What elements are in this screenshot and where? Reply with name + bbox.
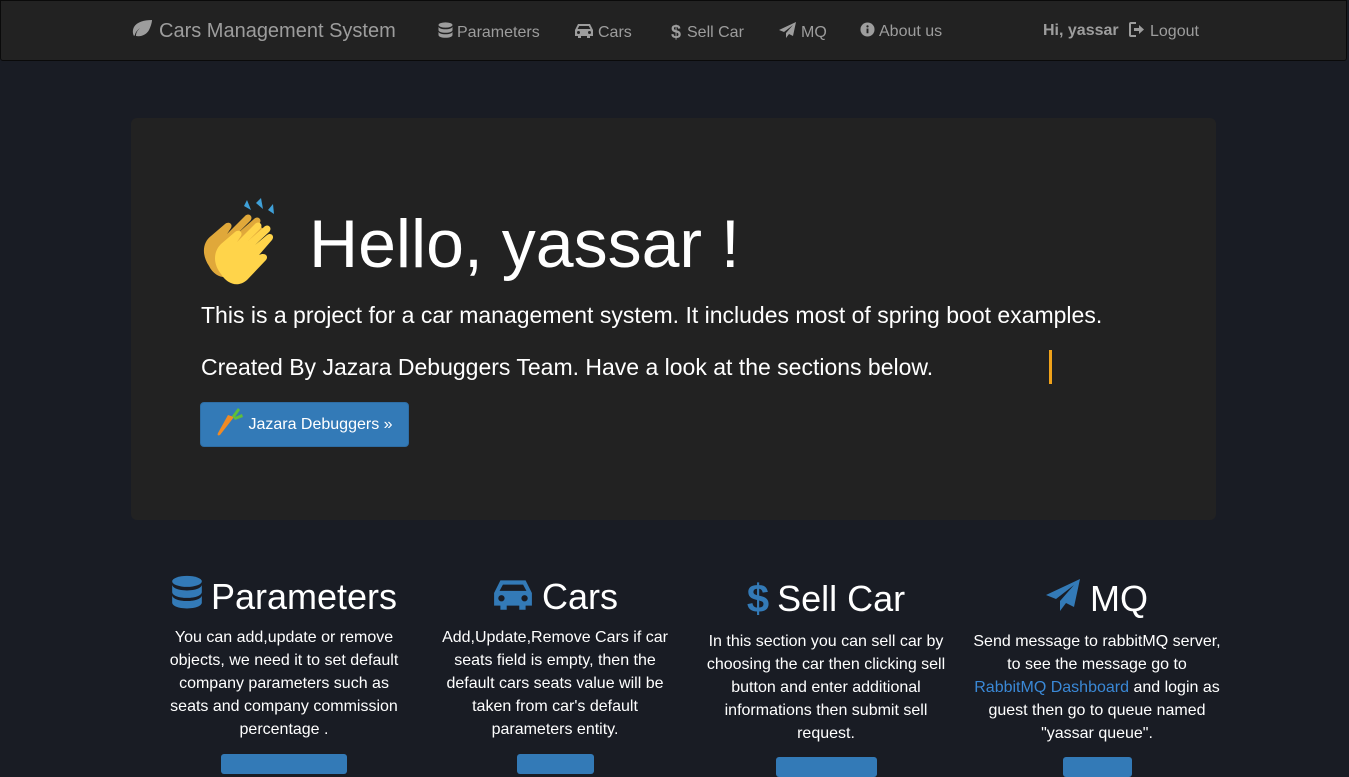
section-mq-title: MQ (1090, 578, 1148, 619)
brand-link[interactable]: Cars Management System (131, 19, 396, 43)
cars-button[interactable] (517, 754, 594, 774)
section-parameters-heading: Parameters (159, 572, 409, 622)
nav-cars[interactable]: Cars (574, 22, 632, 43)
section-parameters-text: You can add,update or remove objects, we… (169, 629, 399, 738)
section-sell-car-title: Sell Car (777, 578, 906, 619)
mq-button[interactable] (1063, 757, 1132, 777)
leaf-icon (131, 19, 153, 43)
nav-about-us[interactable]: About us (860, 22, 942, 42)
nav-parameters-label: Parameters (457, 24, 540, 41)
dollar-icon: $ (670, 22, 681, 42)
nav-sell-car[interactable]: $ Sell Car (669, 22, 744, 43)
car-icon (492, 576, 534, 619)
nav-parameters[interactable]: Parameters (438, 22, 540, 44)
section-parameters: Parameters You can add,update or remove … (159, 572, 409, 741)
user-greeting: Hi, yassar (1043, 22, 1119, 39)
sell-car-button[interactable] (776, 757, 877, 777)
nav-mq[interactable]: MQ (779, 22, 827, 43)
jazara-debuggers-button-label: Jazara Debuggers » (248, 415, 393, 433)
section-cars: Cars Add,Update,Remove Cars if car seats… (430, 572, 680, 741)
section-mq-text-before: Send message to rabbitMQ server, to see … (973, 633, 1221, 673)
section-cars-text: Add,Update,Remove Cars if car seats fiel… (442, 629, 668, 738)
database-icon (171, 575, 203, 620)
section-cars-title: Cars (541, 576, 618, 617)
logout-icon (1129, 22, 1146, 42)
top-navbar: Cars Management System Parameters Cars $… (0, 0, 1347, 61)
intro-line-1: This is a project for a car management s… (201, 302, 1103, 328)
nav-sell-car-label: Sell Car (687, 23, 744, 41)
section-sell-car-text: In this section you can sell car by choo… (706, 633, 946, 742)
section-parameters-title: Parameters (210, 576, 398, 617)
intro-line-2: Created By Jazara Debuggers Team. Have a… (201, 354, 934, 380)
nav-about-us-label: About us (879, 23, 943, 40)
dollar-icon: $ (746, 576, 770, 621)
navbar-container: Cars Management System Parameters Cars $… (131, 1, 1221, 62)
logout-link[interactable]: Logout (1129, 22, 1199, 42)
section-cars-heading: Cars (430, 572, 680, 622)
nav-cars-label: Cars (598, 23, 632, 41)
section-mq-text: Send message to rabbitMQ server, to see … (972, 630, 1222, 745)
clapping-hands-icon (199, 196, 291, 291)
welcome-jumbotron: Hello, yassar ! This is a project for a … (131, 118, 1216, 520)
rabbitmq-dashboard-link[interactable]: RabbitMQ Dashboard (974, 679, 1129, 696)
database-icon (438, 22, 453, 44)
greeting-heading: Hello, yassar ! (309, 205, 740, 282)
section-mq-heading: MQ (972, 572, 1222, 626)
section-mq: MQ Send message to rabbitMQ server, to s… (972, 572, 1222, 745)
car-icon (574, 22, 594, 43)
parameters-button[interactable] (221, 754, 347, 774)
info-circle-icon (860, 22, 875, 42)
greeting-heading-row: Hello, yassar ! (199, 196, 740, 291)
jazara-debuggers-button[interactable]: Jazara Debuggers » (200, 402, 409, 447)
text-cursor (1049, 350, 1052, 384)
paper-plane-icon (1046, 578, 1082, 621)
carrot-icon (216, 407, 244, 442)
section-sell-car-heading: $ Sell Car (701, 572, 951, 626)
logout-label: Logout (1150, 23, 1199, 40)
brand-title: Cars Management System (159, 19, 396, 42)
nav-mq-label: MQ (801, 23, 827, 41)
paper-plane-icon (779, 22, 797, 43)
section-sell-car: $ Sell Car In this section you can sell … (701, 572, 951, 745)
